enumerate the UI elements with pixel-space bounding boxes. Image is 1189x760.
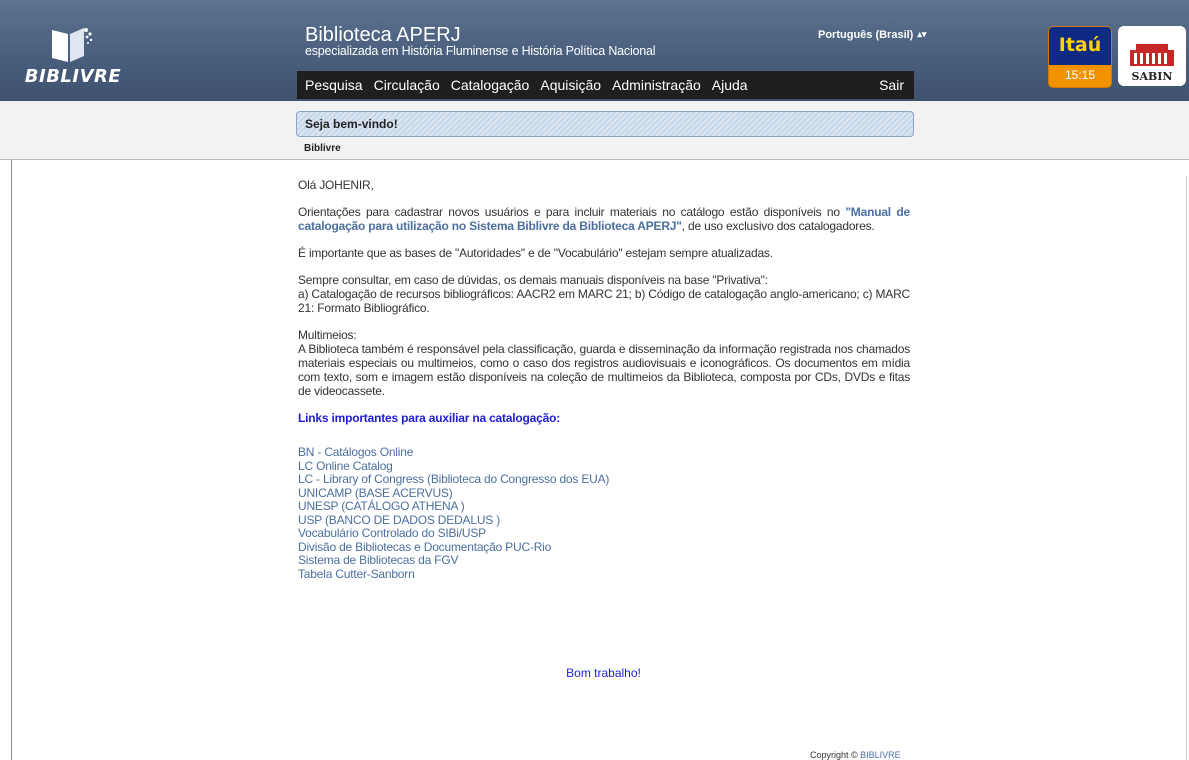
link-lc-online-catalog[interactable]: LC Online Catalog xyxy=(298,459,910,474)
menu-item-catalogacao[interactable]: Catalogação xyxy=(451,77,530,93)
link-puc-rio[interactable]: Divisão de Bibliotecas e Documentação PU… xyxy=(298,540,910,555)
itau-logo: Itaú 15:15 xyxy=(1048,26,1112,88)
manuals-paragraph: Sempre consultar, em caso de dúvidas, os… xyxy=(298,273,910,315)
multimedia-title: Multimeios: xyxy=(298,328,357,342)
link-vocabulario-sibi[interactable]: Vocabulário Controlado do SIBi/USP xyxy=(298,526,910,541)
logo-text: BIBLIVRE xyxy=(24,66,122,87)
manual-text-after: , de uso exclusivo dos catalogadores. xyxy=(681,219,875,233)
library-title: Biblioteca APERJ xyxy=(305,24,461,46)
menu-item-pesquisa[interactable]: Pesquisa xyxy=(305,77,363,93)
copyright: Copyright © BIBLIVRE xyxy=(810,750,901,760)
menu-item-administracao[interactable]: Administração xyxy=(612,77,701,93)
language-label: Português (Brasil) xyxy=(818,29,914,41)
sort-arrows-icon: ▴︎▾︎ xyxy=(917,29,927,39)
useful-links-list: BN - Catálogos Online LC Online Catalog … xyxy=(298,445,910,582)
sabin-logo: SABIN xyxy=(1118,26,1186,86)
link-cutter-sanborn[interactable]: Tabela Cutter-Sanborn xyxy=(298,567,910,582)
link-usp-dedalus[interactable]: USP (BANCO DE DADOS DEDALUS ) xyxy=(298,513,910,528)
book-icon xyxy=(52,28,93,62)
logout-button[interactable]: Sair xyxy=(879,77,904,93)
welcome-title: Seja bem-vindo! xyxy=(305,117,398,131)
language-selector[interactable]: Português (Brasil) ▴︎▾︎ xyxy=(818,29,926,41)
link-unesp[interactable]: UNESP (CATÁLOGO ATHENA ) xyxy=(298,499,910,514)
manuals-list: a) Catalogação de recursos bibliográfico… xyxy=(298,287,910,315)
link-unicamp[interactable]: UNICAMP (BASE ACERVUS) xyxy=(298,486,910,501)
main-menu: Pesquisa Circulação Catalogação Aquisiçã… xyxy=(297,71,914,99)
manual-text-before: Orientações para cadastrar novos usuário… xyxy=(298,205,846,219)
biblivre-logo[interactable]: BIBLIVRE xyxy=(18,18,128,90)
menu-item-aquisicao[interactable]: Aquisição xyxy=(540,77,601,93)
copyright-prefix: Copyright © xyxy=(810,750,861,760)
multimedia-paragraph: Multimeios: A Biblioteca também é respons… xyxy=(298,328,910,398)
library-subtitle: especializada em História Fluminense e H… xyxy=(305,44,656,58)
closing-message-wrap: Bom trabalho! xyxy=(0,664,1189,682)
copyright-brand-link[interactable]: BIBLIVRE xyxy=(860,750,901,760)
clock-time: 15:15 xyxy=(1064,68,1096,82)
main-content: Olá JOHENIR, Orientações para cadastrar … xyxy=(298,178,910,581)
sabin-label: SABIN xyxy=(1131,70,1173,83)
links-heading: Links importantes para auxiliar na catal… xyxy=(298,411,561,425)
closing-message: Bom trabalho! xyxy=(566,666,641,680)
welcome-title-bar: Seja bem-vindo! xyxy=(296,111,914,137)
link-fgv[interactable]: Sistema de Bibliotecas da FGV xyxy=(298,553,910,568)
manuals-intro: Sempre consultar, em caso de dúvidas, os… xyxy=(298,273,768,287)
itau-label: Itaú xyxy=(1049,27,1111,65)
link-library-of-congress[interactable]: LC - Library of Congress (Biblioteca do … xyxy=(298,472,910,487)
multimedia-body: A Biblioteca também é responsável pela c… xyxy=(298,342,910,398)
manual-paragraph: Orientações para cadastrar novos usuário… xyxy=(298,205,910,233)
menu-item-ajuda[interactable]: Ajuda xyxy=(712,77,748,93)
update-notice: É importante que as bases de "Autoridade… xyxy=(298,246,773,260)
app-header: BIBLIVRE Biblioteca APERJ especializada … xyxy=(0,0,1189,101)
link-bn-catalogos[interactable]: BN - Catálogos Online xyxy=(298,445,910,460)
breadcrumb[interactable]: Biblivre xyxy=(304,143,341,154)
greeting: Olá JOHENIR, xyxy=(298,178,374,192)
menu-item-circulacao[interactable]: Circulação xyxy=(374,77,440,93)
welcome-band: Seja bem-vindo! Biblivre xyxy=(0,101,1189,160)
sabin-building-icon xyxy=(1130,44,1174,66)
